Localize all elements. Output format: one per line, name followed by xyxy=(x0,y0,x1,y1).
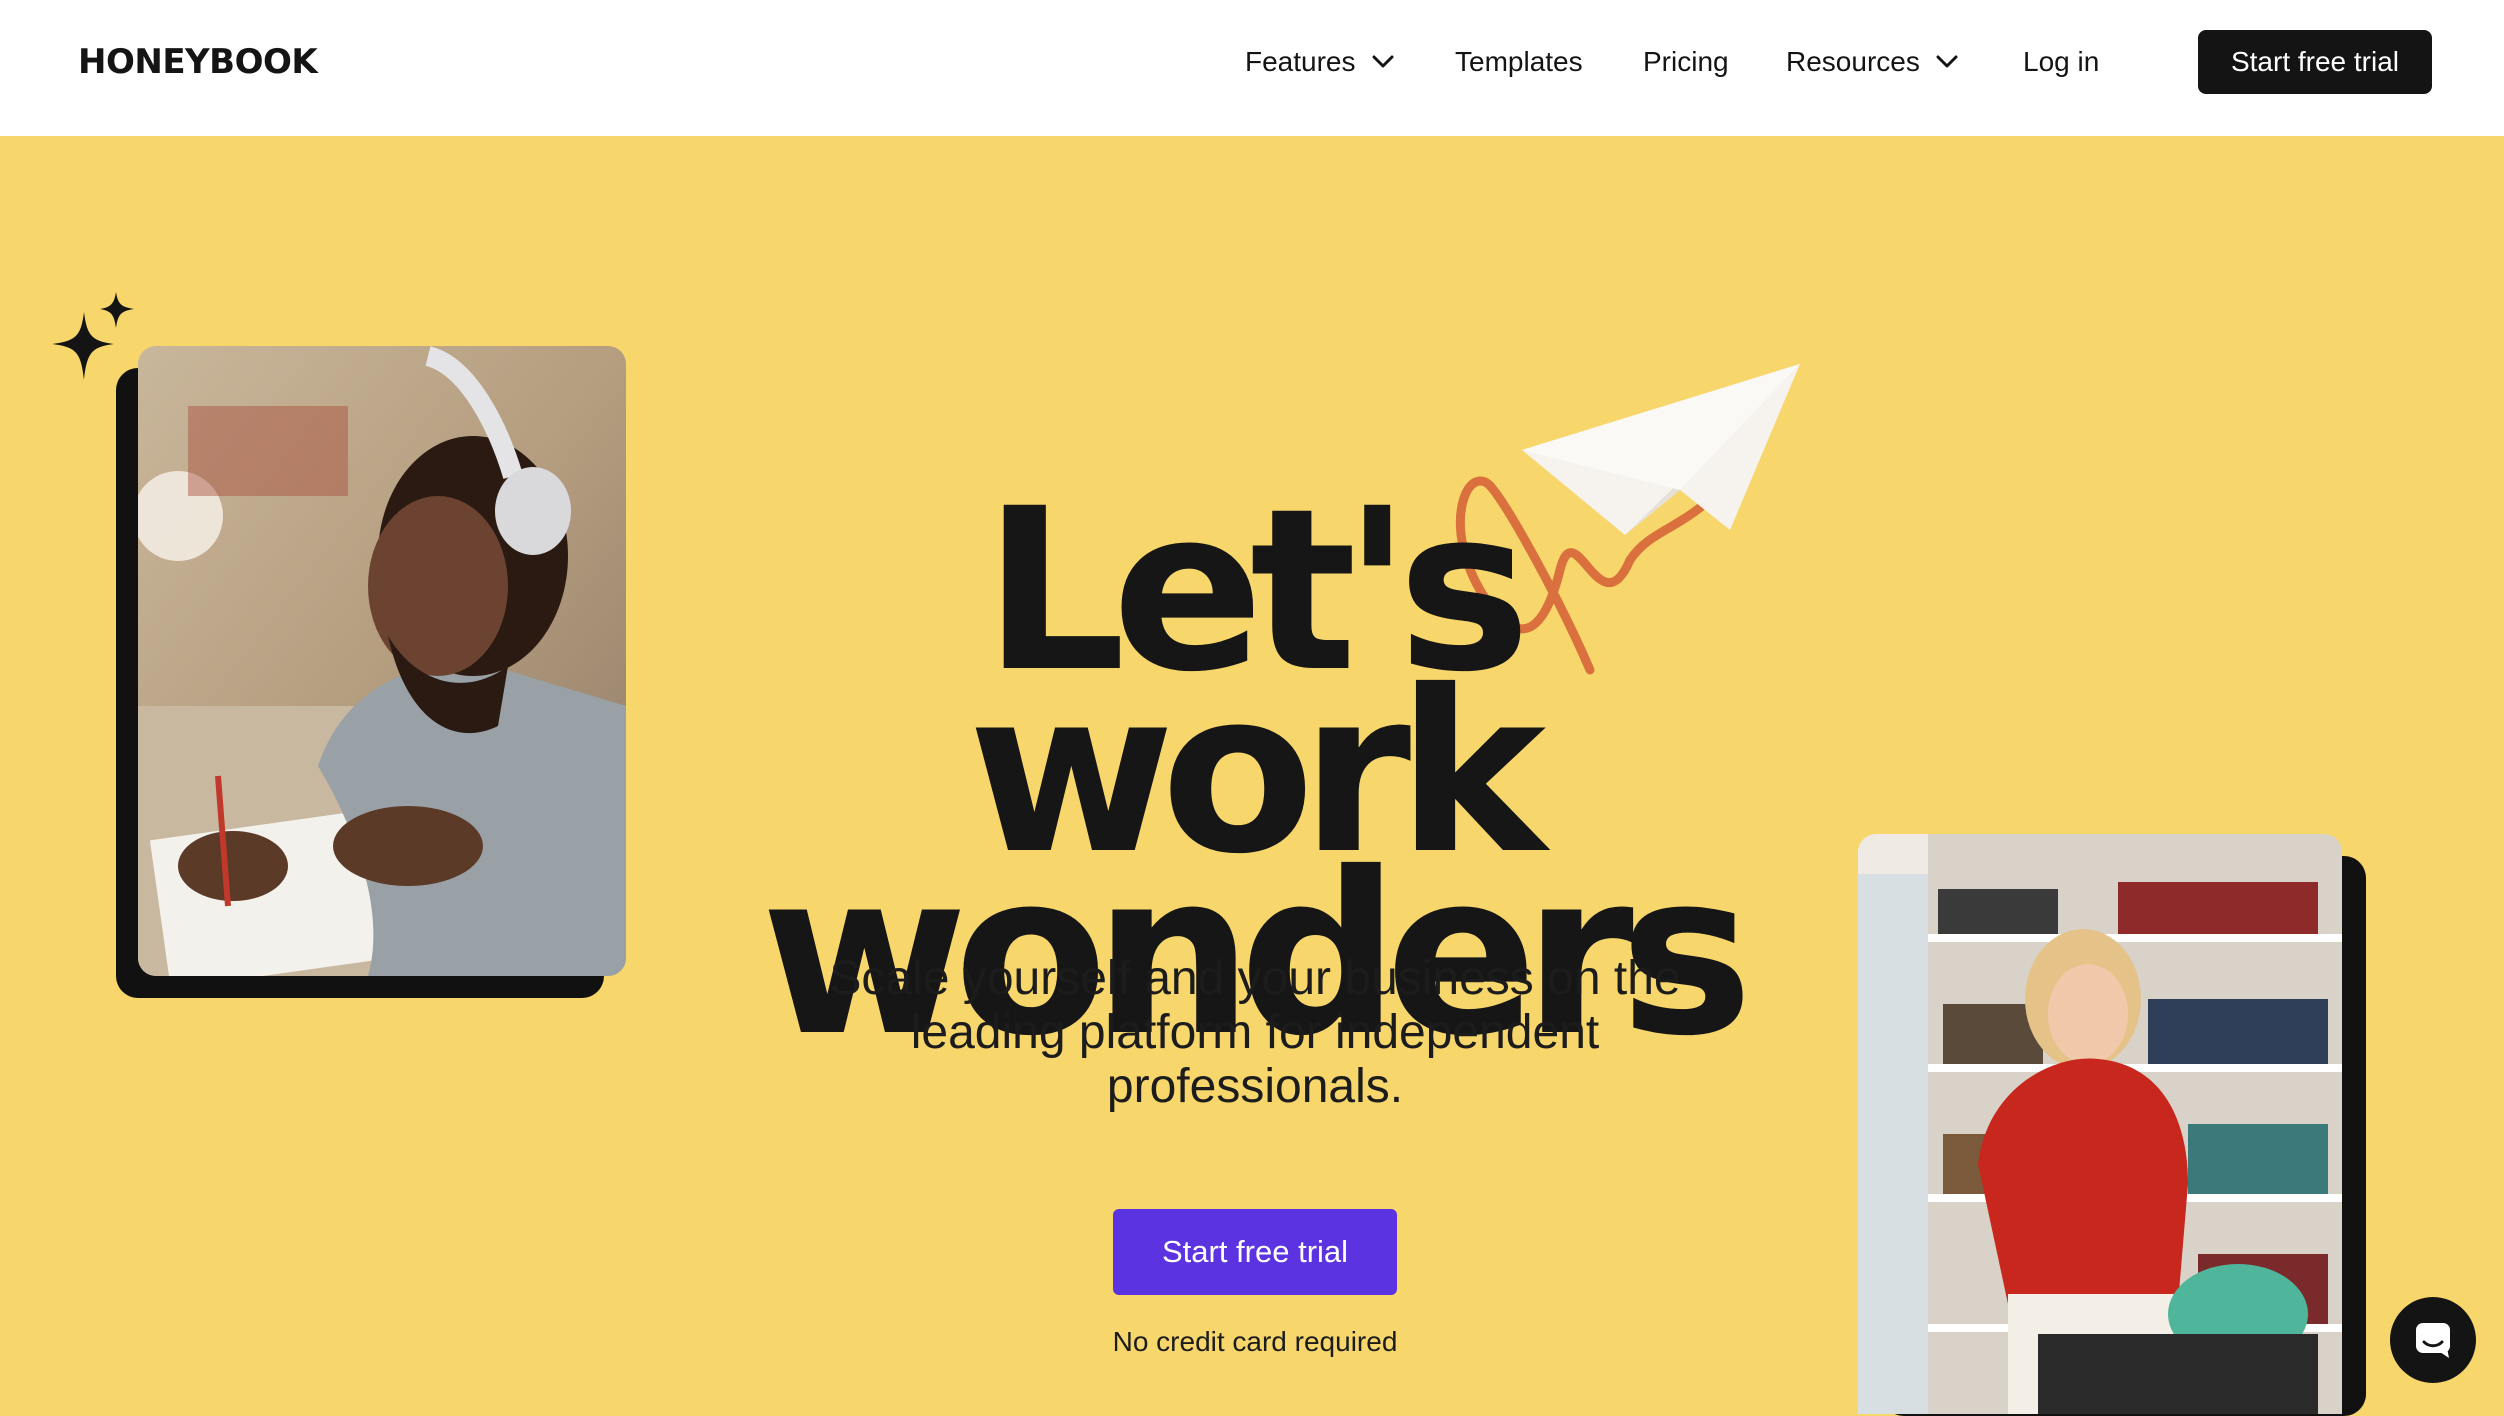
nav-resources[interactable]: Resources xyxy=(1786,38,1958,86)
chevron-down-icon xyxy=(1936,55,1958,68)
nav-templates[interactable]: Templates xyxy=(1455,38,1583,86)
photo-illustration xyxy=(138,346,626,976)
man-with-headphones-writing-photo xyxy=(138,346,626,976)
nav-log-in-label: Log in xyxy=(2023,46,2100,77)
nav-features[interactable]: Features xyxy=(1245,38,1394,86)
header-start-free-trial-button[interactable]: Start free trial xyxy=(2198,30,2432,94)
photo-illustration xyxy=(1858,834,2342,1414)
hero-headline-line-1: Let's work xyxy=(967,460,1546,903)
sparkle-icon xyxy=(52,292,134,380)
chat-bubble-icon xyxy=(2416,1323,2450,1358)
honeybook-logo[interactable]: HONEYBOOK xyxy=(78,38,318,86)
nav-features-label: Features xyxy=(1245,46,1356,77)
hero-start-free-trial-button[interactable]: Start free trial xyxy=(1113,1209,1397,1295)
chevron-down-icon xyxy=(1372,55,1393,68)
no-credit-card-note: No credit card required xyxy=(1112,1326,1398,1357)
woman-at-bookshelf-photo xyxy=(1858,834,2342,1414)
hero-subheadline: Scale yourself and your business on the … xyxy=(829,952,1681,1113)
nav-pricing[interactable]: Pricing xyxy=(1643,38,1729,86)
nav-resources-label: Resources xyxy=(1786,46,1920,77)
nav-pricing-label: Pricing xyxy=(1643,46,1729,77)
nav-templates-label: Templates xyxy=(1455,46,1583,77)
chat-launcher-button[interactable] xyxy=(2390,1297,2476,1383)
site-header: HONEYBOOK Features Templates Pricing Res… xyxy=(0,0,2504,136)
nav-log-in[interactable]: Log in xyxy=(2023,38,2099,86)
